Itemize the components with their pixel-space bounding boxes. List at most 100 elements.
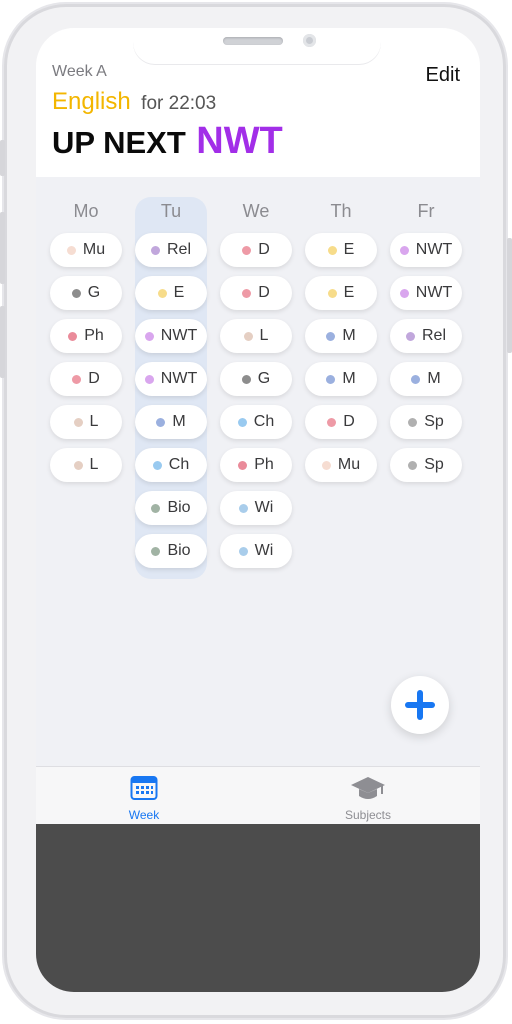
lesson-chip[interactable]: L <box>220 319 292 353</box>
subject-color-dot <box>242 245 252 255</box>
subject-color-dot <box>157 288 167 298</box>
lesson-chip[interactable]: L <box>50 448 122 482</box>
subject-color-dot <box>151 503 161 513</box>
lesson-label: E <box>343 284 355 301</box>
subject-color-dot <box>66 245 76 255</box>
day-column-tu: Tu Rel E NWT NWT M Ch Bio Bio <box>135 197 207 579</box>
up-next-label: UP NEXT <box>52 125 186 160</box>
lesson-chip[interactable]: Bio <box>135 534 207 568</box>
subject-color-dot <box>399 288 409 298</box>
lesson-chip[interactable]: D <box>305 405 377 439</box>
up-next: UP NEXT NWT <box>52 120 283 163</box>
lesson-label: M <box>342 370 356 387</box>
tab-week[interactable]: Week <box>84 775 204 822</box>
lesson-chip[interactable]: Wi <box>220 491 292 525</box>
lesson-chip[interactable]: Bio <box>135 491 207 525</box>
lesson-label: D <box>88 370 100 387</box>
lesson-label: Ph <box>254 456 274 473</box>
lesson-label: Ch <box>168 456 190 473</box>
lesson-label: D <box>258 284 270 301</box>
lesson-chip[interactable]: Rel <box>390 319 462 353</box>
current-lesson: English for 22:03 <box>52 88 216 116</box>
day-header: We <box>242 201 270 221</box>
lesson-label: Wi <box>254 499 274 516</box>
lesson-chip[interactable]: Ch <box>135 448 207 482</box>
lesson-label: E <box>173 284 185 301</box>
lesson-label: L <box>89 413 99 430</box>
lesson-label: G <box>257 370 271 387</box>
lesson-label: Mu <box>82 241 106 258</box>
subject-color-dot <box>151 546 161 556</box>
lesson-label: G <box>87 284 101 301</box>
lesson-label: L <box>89 456 99 473</box>
lesson-label: D <box>258 241 270 258</box>
lesson-chip[interactable]: M <box>305 319 377 353</box>
subject-color-dot <box>408 417 418 427</box>
current-subject: English <box>52 88 131 115</box>
calendar-icon <box>130 776 158 800</box>
subject-color-dot <box>411 374 421 384</box>
add-lesson-button[interactable] <box>391 676 449 734</box>
subject-color-dot <box>238 546 248 556</box>
graduation-cap-icon <box>351 777 385 799</box>
lesson-chip[interactable]: Mu <box>305 448 377 482</box>
lesson-label: NWT <box>415 284 453 301</box>
lesson-chip[interactable]: M <box>305 362 377 396</box>
lesson-chip[interactable]: NWT <box>135 362 207 396</box>
subject-color-dot <box>144 331 154 341</box>
subject-color-dot <box>321 460 331 470</box>
tab-subjects[interactable]: Subjects <box>308 775 428 822</box>
lesson-chip[interactable]: NWT <box>390 233 462 267</box>
lesson-chip[interactable]: G <box>220 362 292 396</box>
lesson-chip[interactable]: Wi <box>220 534 292 568</box>
lesson-chip[interactable]: M <box>390 362 462 396</box>
tab-subjects-label: Subjects <box>344 808 392 822</box>
lesson-chip[interactable]: Sp <box>390 448 462 482</box>
lesson-label: M <box>342 327 356 344</box>
subject-color-dot <box>326 331 336 341</box>
lesson-chip[interactable]: Sp <box>390 405 462 439</box>
plus-icon <box>405 690 435 720</box>
day-header: Tu <box>160 201 182 221</box>
lesson-chip[interactable]: L <box>50 405 122 439</box>
lesson-label: Ch <box>253 413 275 430</box>
lesson-label: NWT <box>415 241 453 258</box>
lesson-chip[interactable]: E <box>305 233 377 267</box>
lesson-chip[interactable]: D <box>220 276 292 310</box>
subject-color-dot <box>150 245 160 255</box>
subject-color-dot <box>327 288 337 298</box>
lesson-chip[interactable]: E <box>305 276 377 310</box>
subject-color-dot <box>405 331 415 341</box>
subject-color-dot <box>71 288 81 298</box>
subject-color-dot <box>243 331 253 341</box>
lesson-chip[interactable]: NWT <box>135 319 207 353</box>
lesson-chip[interactable]: Ph <box>50 319 122 353</box>
lesson-chip[interactable]: M <box>135 405 207 439</box>
lesson-chip[interactable]: Ph <box>220 448 292 482</box>
lesson-chip[interactable]: Ch <box>220 405 292 439</box>
day-column-th: Th E E M M D Mu <box>305 197 377 491</box>
subject-color-dot <box>327 417 337 427</box>
lesson-label: M <box>427 370 441 387</box>
lesson-label: NWT <box>160 327 198 344</box>
lesson-chip[interactable]: G <box>50 276 122 310</box>
lesson-chip[interactable]: NWT <box>390 276 462 310</box>
lesson-chip[interactable]: D <box>50 362 122 396</box>
side-button-volume-up <box>0 212 5 284</box>
week-label: Week A <box>52 63 107 80</box>
lesson-chip[interactable]: Rel <box>135 233 207 267</box>
edit-button[interactable]: Edit <box>426 64 460 87</box>
subject-color-dot <box>144 374 154 384</box>
lesson-chip[interactable]: D <box>220 233 292 267</box>
lesson-chip[interactable]: E <box>135 276 207 310</box>
lesson-label: Bio <box>167 542 191 559</box>
lesson-chip[interactable]: Mu <box>50 233 122 267</box>
side-button-mute <box>0 140 5 176</box>
subject-color-dot <box>237 417 247 427</box>
lesson-label: Rel <box>166 241 191 258</box>
day-header: Fr <box>417 201 435 221</box>
side-button-power <box>507 238 512 353</box>
subject-color-dot <box>68 331 78 341</box>
subject-color-dot <box>399 245 409 255</box>
subject-color-dot <box>73 417 83 427</box>
